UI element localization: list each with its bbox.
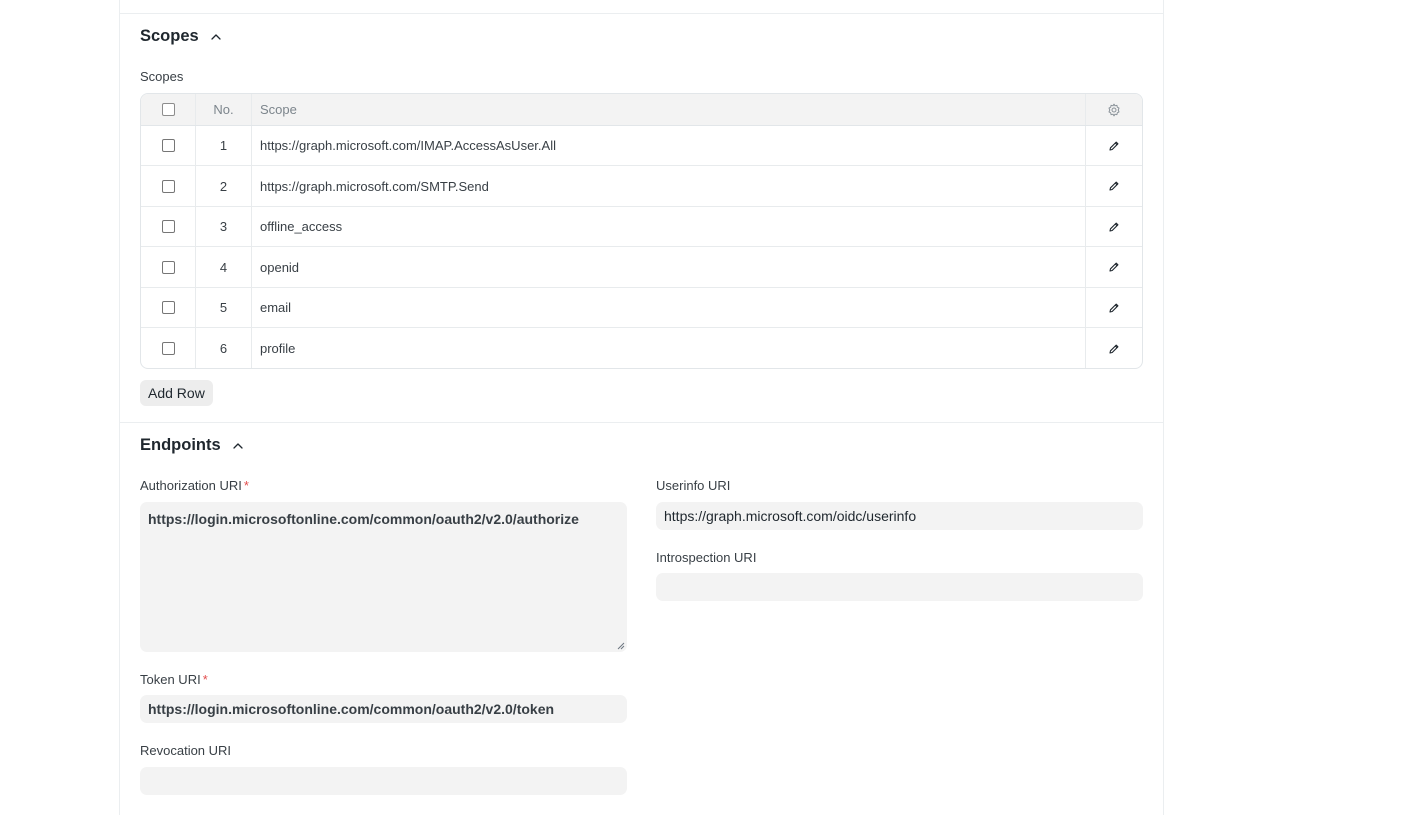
section-title-scopes: Scopes [140,27,199,45]
row-checkbox[interactable] [161,179,175,193]
edit-pencil-icon[interactable] [1108,302,1120,314]
section-title-endpoints: Endpoints [140,436,221,454]
row-number: 6 [196,328,252,368]
userinfo-uri-label: Userinfo URI [656,478,731,493]
endpoints-section-header[interactable]: Endpoints [140,436,245,455]
token-uri-input[interactable]: https://login.microsoftonline.com/common… [140,695,627,723]
edit-pencil-icon[interactable] [1108,261,1120,273]
edit-pencil-icon[interactable] [1108,180,1120,192]
row-checkbox[interactable] [161,220,175,233]
row-scope-value[interactable]: https://graph.microsoft.com/IMAP.AccessA… [252,126,1086,165]
row-number: 4 [196,247,252,287]
chevron-up-icon [211,33,221,40]
column-header-scope: Scope [252,94,1086,125]
row-checkbox[interactable] [161,301,175,314]
introspection-uri-input[interactable] [656,573,1143,601]
row-checkbox[interactable] [161,342,175,355]
row-number: 3 [196,207,252,246]
row-scope-value[interactable]: email [252,288,1086,327]
scopes-field-label: Scopes [140,69,184,84]
table-row[interactable]: 4 openid [141,247,1142,288]
scopes-section-header[interactable]: Scopes [140,27,223,46]
table-header-row: No. Scope [141,94,1142,126]
table-row[interactable]: 6 profile [141,328,1142,368]
row-checkbox[interactable] [161,260,175,274]
userinfo-uri-input[interactable]: https://graph.microsoft.com/oidc/userinf… [656,502,1143,530]
select-all-checkbox[interactable] [161,103,175,116]
section-divider-top [120,13,1163,14]
row-scope-value[interactable]: profile [252,328,1086,368]
edit-pencil-icon[interactable] [1108,221,1120,233]
revocation-uri-input[interactable] [140,767,627,795]
table-row[interactable]: 1 https://graph.microsoft.com/IMAP.Acces… [141,126,1142,166]
column-header-no: No. [196,94,252,125]
row-number: 2 [196,166,252,206]
resize-handle-icon[interactable] [617,642,625,650]
add-row-button[interactable]: Add Row [140,380,213,406]
table-row[interactable]: 2 https://graph.microsoft.com/SMTP.Send [141,166,1142,207]
token-uri-label: Token URI * [140,672,208,687]
required-marker: * [243,478,249,493]
authorization-uri-textarea[interactable]: https://login.microsoftonline.com/common… [140,502,627,652]
edit-pencil-icon[interactable] [1108,140,1120,152]
row-scope-value[interactable]: https://graph.microsoft.com/SMTP.Send [252,166,1086,206]
chevron-up-icon [233,442,243,449]
scopes-table: No. Scope 1 https://graph.microsoft.com/… [140,93,1143,369]
row-checkbox[interactable] [161,139,175,152]
required-marker: * [202,672,208,687]
row-scope-value[interactable]: openid [252,247,1086,287]
settings-gear-icon[interactable] [1107,103,1121,117]
edit-pencil-icon[interactable] [1108,343,1120,355]
form-card: Scopes Scopes No. Scope 1 https://graph.… [119,0,1164,815]
introspection-uri-label: Introspection URI [656,550,757,565]
section-divider [120,422,1163,423]
row-number: 5 [196,288,252,327]
authorization-uri-label: Authorization URI * [140,478,249,493]
revocation-uri-label: Revocation URI [140,743,232,758]
table-row[interactable]: 5 email [141,288,1142,328]
table-row[interactable]: 3 offline_access [141,207,1142,247]
row-number: 1 [196,126,252,165]
row-scope-value[interactable]: offline_access [252,207,1086,246]
